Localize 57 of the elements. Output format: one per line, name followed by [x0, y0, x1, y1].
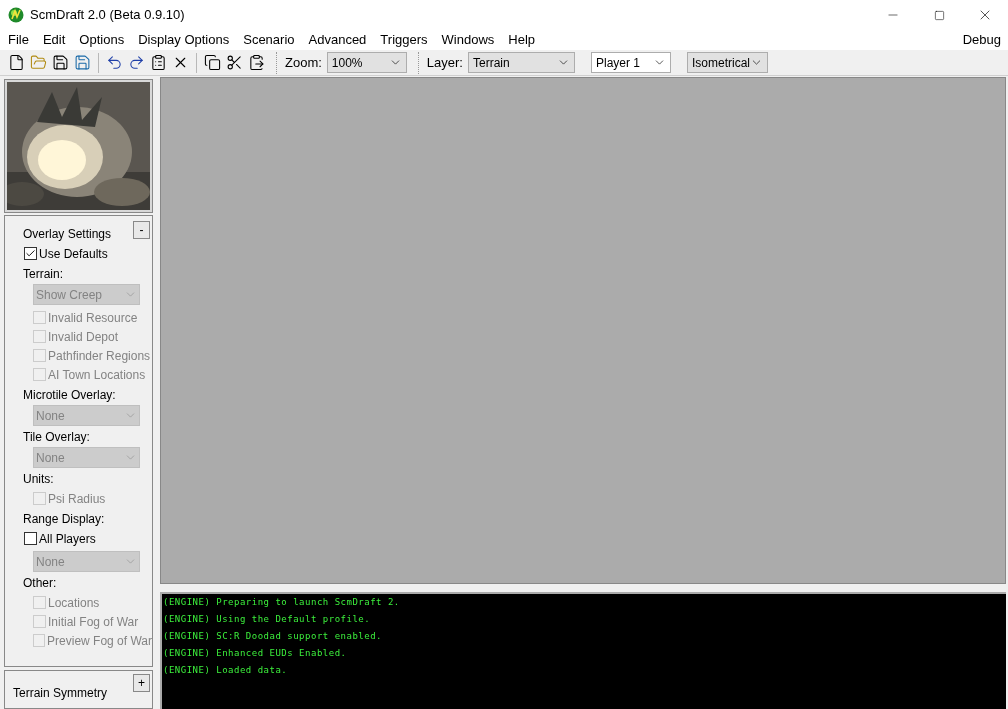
menu-item[interactable]: Windows [434, 30, 502, 50]
layer-dropdown[interactable]: Terrain [468, 52, 575, 73]
copy-icon[interactable] [204, 54, 221, 71]
zoom-label: Zoom: [285, 53, 322, 72]
checkbox-label: All Players [39, 530, 96, 548]
properties-icon[interactable] [150, 54, 167, 71]
undo-icon[interactable] [106, 54, 123, 71]
checkbox-label: Pathfinder Regions [48, 347, 151, 365]
checkbox[interactable] [24, 532, 37, 545]
save-as-icon[interactable] [74, 54, 91, 71]
paste-icon[interactable] [248, 54, 265, 71]
checkbox[interactable] [24, 247, 37, 260]
menu-item[interactable]: Help [501, 30, 543, 50]
section-label: Range Display: [23, 513, 105, 526]
menu-item[interactable]: Display Options [131, 30, 237, 50]
checkbox-label: AI Town Locations [48, 366, 146, 384]
layer-label: Layer: [426, 53, 463, 72]
checkbox-label: Use Defaults [39, 245, 108, 263]
section-label: Other: [23, 577, 57, 590]
checkbox-label: Psi Radius [48, 490, 106, 508]
menu-item[interactable]: Triggers [373, 30, 435, 50]
menu-item[interactable]: Options [72, 30, 132, 50]
section-label: Units: [23, 473, 54, 486]
checkmark-icon [25, 248, 36, 259]
panel-title: Overlay Settings [23, 228, 112, 241]
menu-item[interactable]: Edit [35, 30, 73, 50]
menu-item[interactable]: Debug [955, 30, 1008, 50]
checkbox-label: Preview Fog of War [47, 632, 152, 650]
collapse-button[interactable]: - [133, 221, 150, 239]
checkbox-label: Locations [48, 594, 100, 612]
save-icon[interactable] [52, 54, 69, 71]
menu-item[interactable]: Scenario [236, 30, 302, 50]
player-dropdown[interactable]: Player 1 [591, 52, 671, 73]
menu-item[interactable]: File [1, 30, 36, 50]
new-file-icon[interactable] [8, 54, 25, 71]
app-logo-icon [8, 7, 24, 23]
console-line: (ENGINE) Preparing to launch ScmDraft 2. [163, 596, 401, 609]
section-label: Terrain: [23, 268, 63, 281]
section-label: Microtile Overlay: [23, 389, 116, 402]
console-line: (ENGINE) SC:R Doodad support enabled. [163, 630, 383, 643]
checkbox-label: Invalid Depot [48, 328, 119, 346]
folder-icon[interactable] [30, 54, 47, 71]
maximize-icon [933, 9, 945, 21]
console-line: (ENGINE) Using the Default profile. [163, 613, 372, 626]
section-label: Tile Overlay: [23, 431, 90, 444]
window-title: ScmDraft 2.0 (Beta 0.9.10) [30, 6, 185, 25]
checkbox-label: Invalid Resource [48, 309, 138, 327]
redo-icon[interactable] [128, 54, 145, 71]
cut-icon[interactable] [226, 54, 243, 71]
view-dropdown[interactable]: Isometrical [687, 52, 768, 73]
console-line: (ENGINE) Enhanced EUDs Enabled. [163, 647, 348, 660]
panel-title: Terrain Symmetry [13, 686, 107, 701]
console-line: (ENGINE) Loaded data. [163, 664, 289, 677]
zoom-dropdown[interactable]: 100% [326, 52, 407, 73]
expand-button[interactable]: + [133, 674, 150, 693]
checkbox-label: Initial Fog of War [48, 613, 139, 631]
menu-item[interactable]: Advanced [301, 30, 374, 50]
